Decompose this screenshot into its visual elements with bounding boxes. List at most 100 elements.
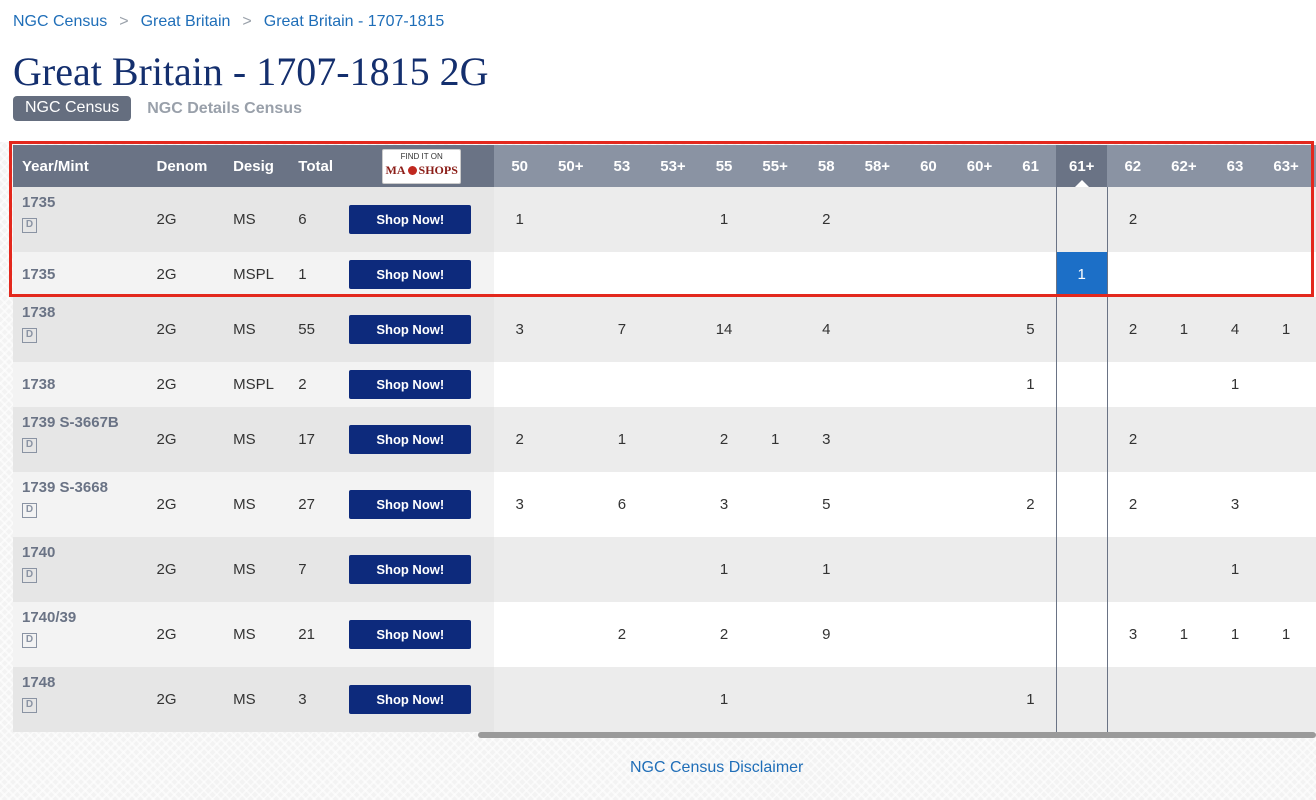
year-mint-label[interactable]: 1735 [22, 194, 55, 211]
details-icon[interactable]: D [22, 328, 37, 343]
grade-header-62[interactable]: 62 [1107, 145, 1159, 187]
grade-count-cell[interactable]: 1 [749, 407, 801, 472]
grade-header-62-plus[interactable]: 62+ [1158, 145, 1210, 187]
grade-count-cell[interactable]: 2 [1107, 297, 1159, 362]
grade-header-58-plus[interactable]: 58+ [851, 145, 903, 187]
year-mint-cell[interactable]: 1738 D [13, 297, 148, 362]
grade-count-cell[interactable]: 3 [1311, 297, 1316, 362]
ngc-census-disclaimer-link[interactable]: NGC Census Disclaimer [630, 759, 803, 777]
shop-now-button[interactable]: Shop Now! [349, 315, 472, 344]
shop-now-button[interactable]: Shop Now! [349, 685, 472, 714]
grade-count-cell[interactable]: 1 [1209, 362, 1261, 407]
details-icon[interactable]: D [22, 438, 37, 453]
year-mint-cell[interactable]: 1740/39 D [13, 602, 148, 667]
grade-count-cell[interactable]: 1 [1158, 297, 1210, 362]
grade-count-cell[interactable]: 3 [698, 472, 750, 537]
grade-header-55-plus[interactable]: 55+ [749, 145, 801, 187]
grade-count-cell[interactable]: 1 [1209, 602, 1261, 667]
details-icon[interactable]: D [22, 503, 37, 518]
grade-count-cell[interactable]: 1 [1055, 252, 1108, 297]
grade-count-cell[interactable]: 1 [1005, 667, 1057, 732]
year-mint-label[interactable]: 1740/39 [22, 609, 76, 626]
grade-count-cell[interactable]: 2 [494, 407, 546, 472]
shop-now-button[interactable]: Shop Now! [349, 260, 472, 289]
year-mint-label[interactable]: 1738 [22, 304, 55, 321]
grade-header-61[interactable]: 61 [1005, 145, 1057, 187]
grade-count-cell[interactable]: 5 [1005, 297, 1057, 362]
grade-header-50[interactable]: 50 [494, 145, 546, 187]
grade-header-55[interactable]: 55 [698, 145, 750, 187]
ma-shops-header[interactable]: FIND IT ON MA SHOPS [349, 145, 495, 187]
breadcrumb-great-britain[interactable]: Great Britain [141, 13, 231, 30]
grade-count-cell[interactable]: 3 [1107, 602, 1159, 667]
grade-count-cell[interactable]: 3 [494, 472, 546, 537]
grade-count-cell[interactable]: 2 [800, 187, 852, 252]
grade-count-cell[interactable]: 1 [494, 187, 546, 252]
grade-count-cell[interactable]: 2 [1005, 472, 1057, 537]
grade-header-63-plus[interactable]: 63+ [1260, 145, 1312, 187]
year-mint-cell[interactable]: 1739 S-3667B D [13, 407, 148, 472]
year-mint-cell[interactable]: 1738 [13, 362, 148, 407]
grade-count-cell[interactable]: 1 [698, 537, 750, 602]
grade-count-cell[interactable]: 2 [1107, 472, 1159, 537]
year-mint-cell[interactable]: 1739 S-3668 D [13, 472, 148, 537]
year-mint-cell[interactable]: 1748 D [13, 667, 148, 732]
census-table-container[interactable]: Year/Mint Denom Desig Total FIND IT ON M… [13, 145, 1316, 732]
grade-count-cell[interactable]: 1 [1005, 362, 1057, 407]
grade-count-cell[interactable]: 2 [596, 602, 648, 667]
grade-count-cell[interactable]: 7 [596, 297, 648, 362]
tab-ngc-census[interactable]: NGC Census [13, 96, 132, 121]
grade-count-cell[interactable]: 1 [1209, 537, 1261, 602]
grade-header-61-plus[interactable]: 61+ [1056, 145, 1108, 187]
grade-count-cell[interactable]: 3 [800, 407, 852, 472]
grade-count-cell[interactable]: 2 [698, 407, 750, 472]
grade-count-cell[interactable]: 1 [1260, 297, 1312, 362]
year-mint-label[interactable]: 1740 [22, 544, 55, 561]
grade-count-cell[interactable]: 1 [698, 187, 750, 252]
grade-count-cell[interactable]: 4 [1209, 297, 1261, 362]
grade-count-cell[interactable]: 6 [596, 472, 648, 537]
grade-header-60[interactable]: 60 [902, 145, 954, 187]
grade-header-63[interactable]: 63 [1209, 145, 1261, 187]
grade-count-cell[interactable]: 14 [698, 297, 750, 362]
grade-count-cell[interactable]: 1 [698, 667, 750, 732]
grade-header-60-plus[interactable]: 60+ [953, 145, 1006, 187]
grade-count-cell[interactable]: 2 [1107, 407, 1159, 472]
grade-header-50-plus[interactable]: 50+ [545, 145, 597, 187]
year-mint-cell[interactable]: 1740 D [13, 537, 148, 602]
year-mint-cell[interactable]: 1735 D [13, 187, 148, 252]
details-icon[interactable]: D [22, 218, 37, 233]
shop-now-button[interactable]: Shop Now! [349, 620, 472, 649]
shop-now-button[interactable]: Shop Now! [349, 370, 472, 399]
breadcrumb-ngc-census[interactable]: NGC Census [13, 13, 107, 30]
year-mint-label[interactable]: 1739 S-3667B [22, 414, 119, 431]
grade-header-53[interactable]: 53 [596, 145, 648, 187]
grade-header-53-plus[interactable]: 53+ [647, 145, 699, 187]
grade-count-cell[interactable]: 3 [1209, 472, 1261, 537]
grade-count-cell[interactable]: 2 [1107, 187, 1159, 252]
grade-count-cell[interactable]: 4 [800, 297, 852, 362]
grade-count-cell[interactable]: 1 [596, 407, 648, 472]
breadcrumb-great-britain-period[interactable]: Great Britain - 1707-1815 [264, 13, 445, 30]
shop-now-button[interactable]: Shop Now! [349, 490, 472, 519]
grade-count-cell[interactable]: 9 [800, 602, 852, 667]
grade-count-cell[interactable]: 1 [800, 537, 852, 602]
tab-ngc-details-census[interactable]: NGC Details Census [147, 100, 302, 118]
grade-count-cell[interactable]: 1 [1260, 602, 1312, 667]
shop-now-button[interactable]: Shop Now! [349, 555, 472, 584]
horizontal-scrollbar[interactable] [478, 732, 1316, 738]
grade-count-cell[interactable]: 2 [698, 602, 750, 667]
grade-count-cell[interactable]: 5 [800, 472, 852, 537]
grade-header-58[interactable]: 58 [800, 145, 852, 187]
details-icon[interactable]: D [22, 633, 37, 648]
year-mint-cell[interactable]: 1735 [13, 252, 148, 297]
year-mint-label[interactable]: 1735 [22, 266, 55, 283]
shop-now-button[interactable]: Shop Now! [349, 205, 472, 234]
details-icon[interactable]: D [22, 698, 37, 713]
grade-count-cell[interactable]: 1 [1158, 602, 1210, 667]
ma-shops-logo[interactable]: FIND IT ON MA SHOPS [382, 148, 462, 184]
shop-now-button[interactable]: Shop Now! [349, 425, 472, 454]
grade-count-cell[interactable]: 3 [494, 297, 546, 362]
details-icon[interactable]: D [22, 568, 37, 583]
grade-header-64[interactable]: 64 [1311, 145, 1316, 187]
